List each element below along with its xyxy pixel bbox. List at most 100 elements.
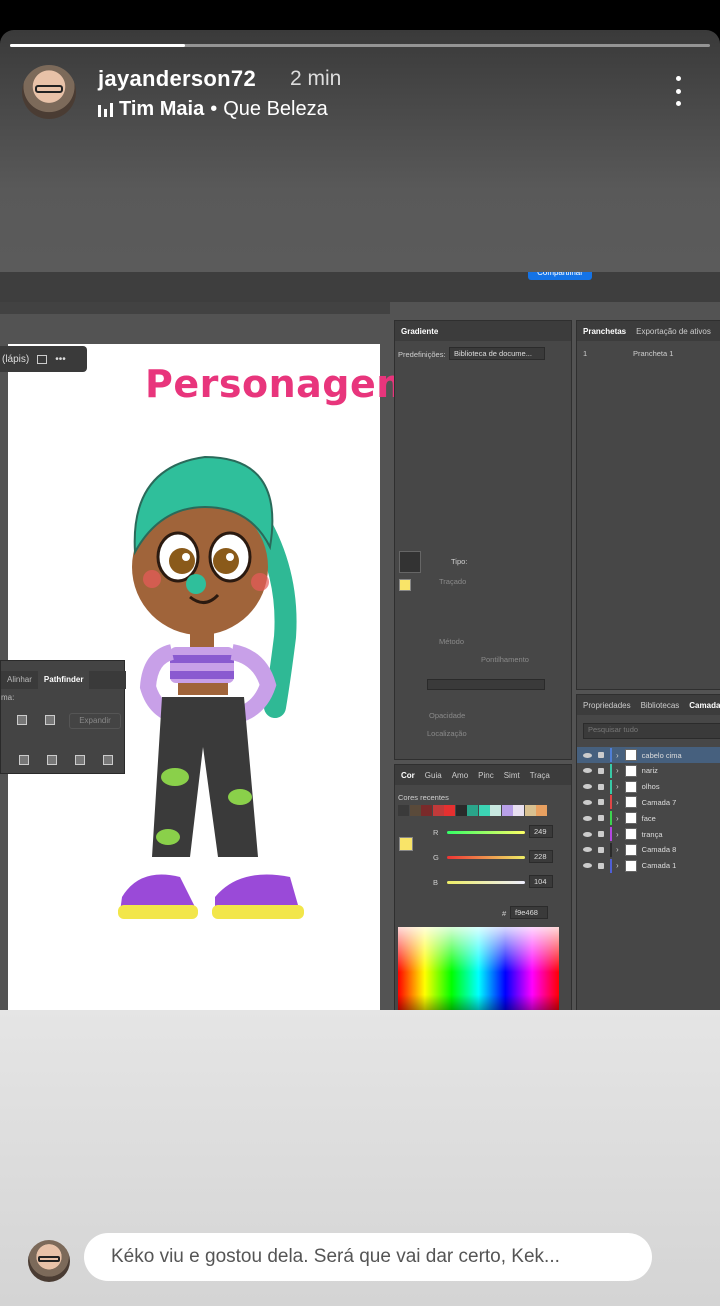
music-track: Que Beleza: [223, 98, 328, 120]
artboard-tab: [0, 302, 390, 314]
story-timestamp: 2 min: [290, 67, 342, 90]
eye-icon: [583, 784, 592, 790]
layer-color-bar: [610, 748, 612, 762]
layer-row: › Camada 8: [577, 842, 720, 858]
layer-row: › trança: [577, 826, 720, 842]
story-progress-fill: [10, 44, 185, 47]
color-tab: Pinc: [478, 770, 494, 780]
artboard-number: 1: [583, 349, 588, 358]
story-music-label[interactable]: Tim Maia • Que Beleza: [98, 98, 328, 121]
tab-propriedades: Propriedades: [583, 700, 631, 710]
minus-front-icon: [45, 715, 55, 725]
layer-thumbnail: [624, 764, 637, 777]
recent-colors-label: Cores recentes: [398, 793, 449, 802]
color-panel-tabs: Cor Guia Amo Pinc Simt Traça: [395, 765, 571, 785]
method-label: Método: [439, 637, 465, 646]
recent-color-swatch: [432, 805, 444, 816]
fill-swatch: [399, 579, 411, 591]
author-username[interactable]: jayanderson72: [98, 66, 256, 92]
eye-icon: [583, 799, 592, 805]
ellipsis-icon: •••: [55, 353, 66, 365]
layer-color-bar: [610, 779, 612, 794]
gradient-panel: Gradiente Predefinições: Biblioteca de d…: [394, 320, 572, 760]
layer-name: nariz: [641, 766, 658, 776]
shape-mode-label: ma:: [1, 693, 15, 702]
unite-icon: [17, 715, 27, 725]
layer-row: › cabelo cima: [577, 747, 720, 763]
eye-icon: [583, 863, 592, 869]
tab-camadas: Camada: [689, 700, 720, 710]
r-slider: [447, 831, 525, 834]
layer-color-bar: [610, 811, 612, 826]
more-options-icon[interactable]: [668, 76, 688, 106]
location-label: Localização: [427, 729, 467, 738]
lock-icon: [598, 752, 604, 758]
eye-icon: [583, 815, 592, 821]
gradient-preview-swatch: [399, 551, 421, 573]
tab-bibliotecas: Bibliotecas: [640, 700, 680, 710]
g-value: 228: [529, 850, 553, 863]
story-progress-bar: [10, 44, 710, 47]
presets-label: Predefinições:: [398, 350, 446, 359]
chevron-right-icon: ›: [616, 829, 619, 839]
layer-color-bar: [610, 858, 612, 873]
b-value: 104: [529, 875, 553, 888]
layer-name: Camada 8: [641, 845, 677, 855]
recent-color-swatch: [536, 805, 547, 816]
color-tab: Cor: [401, 770, 415, 780]
r-label: R: [433, 828, 439, 837]
character-illustration: [118, 455, 304, 919]
layer-color-bar: [610, 842, 612, 857]
app-topbar: Compartilhar: [0, 272, 720, 302]
chevron-right-icon: ›: [616, 782, 619, 792]
r-value: 249: [529, 825, 553, 838]
artboard-name: Prancheta 1: [633, 349, 674, 358]
viewer-avatar: [28, 1240, 70, 1282]
lock-icon: [598, 799, 604, 806]
chevron-right-icon: ›: [616, 750, 619, 760]
gradient-slider: [427, 679, 545, 690]
b-label: B: [433, 878, 439, 887]
layer-row: › Camada 1: [577, 858, 720, 874]
recent-color-swatch: [455, 805, 467, 816]
author-avatar[interactable]: [22, 65, 76, 119]
recent-color-swatch: [444, 805, 455, 816]
color-tab: Amo: [451, 770, 469, 780]
recent-color-swatch: [513, 805, 524, 816]
layer-thumbnail: [624, 749, 637, 761]
layer-thumbnail: [624, 843, 637, 856]
g-slider: [447, 856, 525, 859]
layer-thumbnail: [624, 859, 637, 872]
gradient-panel-title: Gradiente: [401, 326, 439, 336]
artboards-panel: Pranchetas Exportação de ativos 1 Pranch…: [576, 320, 720, 690]
layer-row: › face: [577, 810, 720, 826]
dither-label: Pontilhamento: [481, 655, 529, 664]
eye-icon: [583, 831, 592, 837]
eye-icon: [583, 847, 592, 853]
color-spectrum: [398, 927, 559, 1010]
chevron-right-icon: ›: [616, 766, 619, 776]
color-tab: Traça: [529, 770, 550, 780]
music-artist: Tim Maia: [119, 98, 205, 120]
tool-label: (lápis): [2, 353, 30, 365]
recent-color-swatch: [398, 805, 409, 816]
layer-name: face: [641, 813, 656, 823]
layer-name: Camada 7: [641, 797, 677, 807]
opacity-label: Opacidade: [429, 711, 466, 720]
recent-color-swatch: [421, 805, 432, 816]
lock-icon: [598, 846, 604, 853]
eye-icon: [583, 752, 592, 758]
layer-name: cabelo cima: [641, 750, 682, 760]
tab-exportacao: Exportação de ativos: [636, 326, 711, 336]
hex-symbol: #: [502, 909, 507, 918]
share-button: Compartilhar: [528, 272, 592, 280]
reply-input[interactable]: Kéko viu e gostou dela. Será que vai dar…: [84, 1233, 652, 1281]
color-tab: Simt: [503, 770, 520, 780]
music-separator: •: [210, 98, 218, 120]
type-label: Tipo:: [451, 557, 468, 566]
recent-color-swatch: [478, 805, 490, 816]
recent-color-swatch: [490, 805, 501, 816]
recent-color-swatch: [409, 805, 421, 816]
layer-name: Camada 1: [641, 861, 677, 871]
layer-row: › olhos: [577, 779, 720, 795]
